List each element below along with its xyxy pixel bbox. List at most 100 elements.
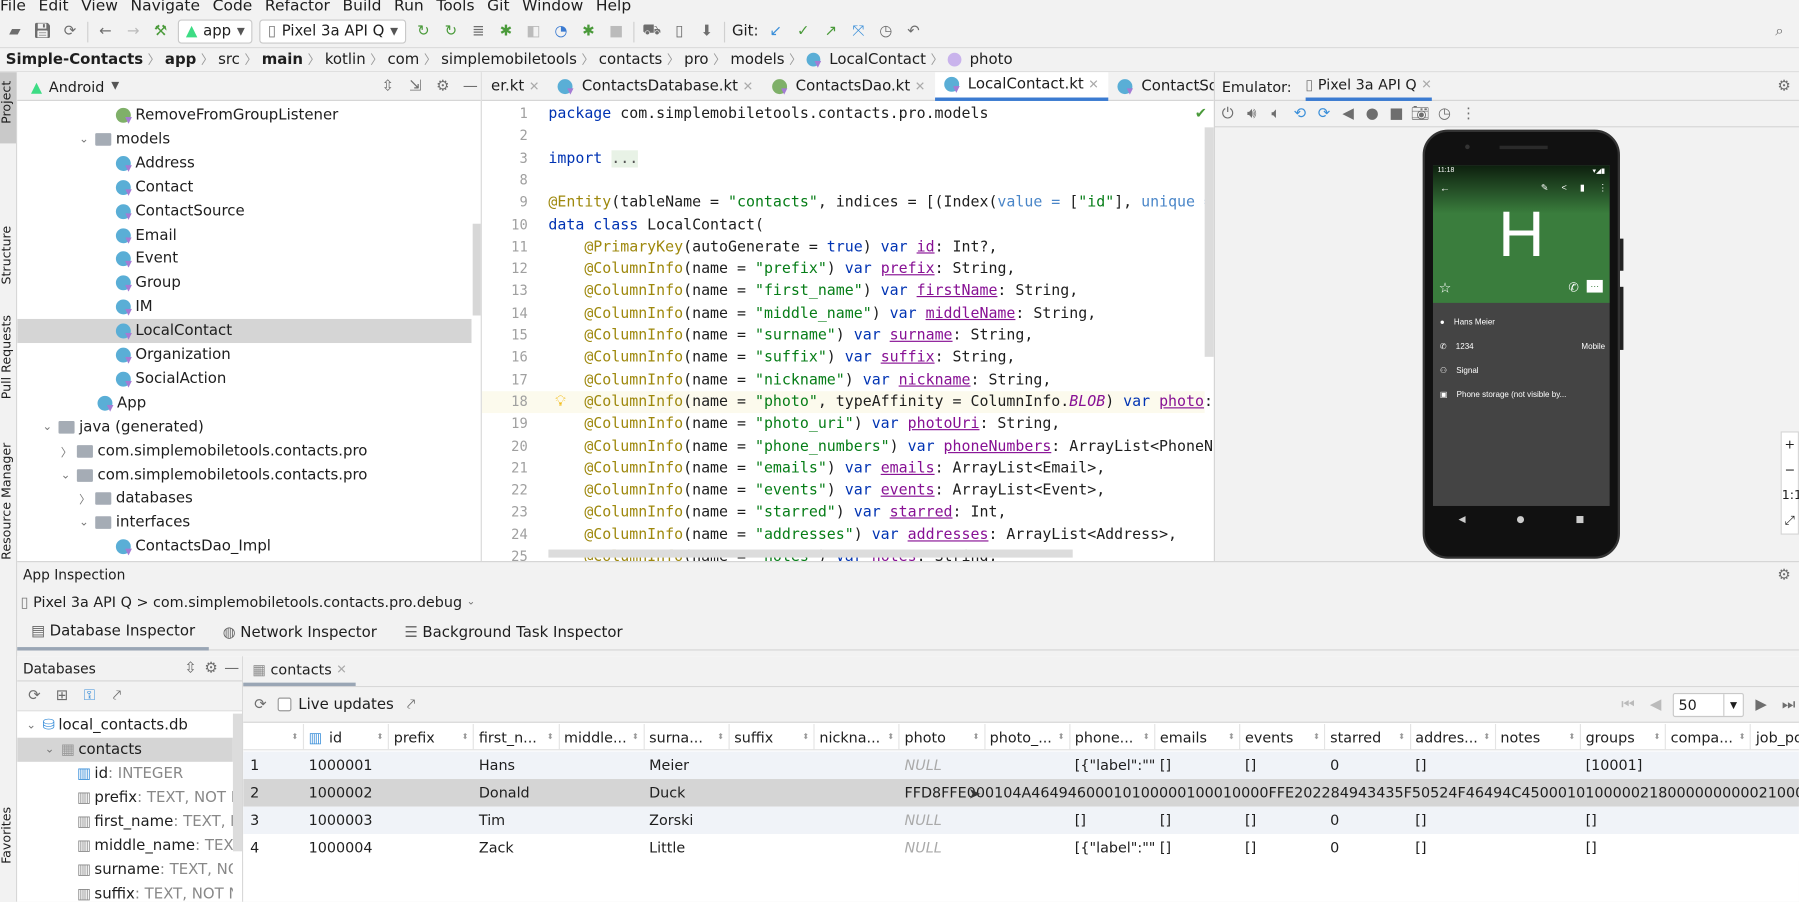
column-header[interactable]: addres... bbox=[1411, 723, 1496, 750]
table-cell[interactable] bbox=[1155, 779, 1160, 807]
table-cell[interactable] bbox=[1411, 779, 1416, 807]
chevron-down-icon[interactable]: ⌄ bbox=[79, 517, 95, 530]
menu-window[interactable]: Window bbox=[522, 0, 583, 14]
tree-item[interactable]: Event bbox=[17, 247, 471, 271]
stripe-pull-requests-button[interactable]: Pull Requests bbox=[0, 315, 14, 399]
table-cell[interactable]: 0 bbox=[1326, 834, 1339, 862]
table-cell[interactable]: [] bbox=[1411, 834, 1426, 862]
profiler-icon[interactable]: ◔ bbox=[551, 21, 572, 42]
zoom-fit-button[interactable]: ⤢ bbox=[1782, 508, 1798, 533]
table-cell[interactable] bbox=[1240, 779, 1245, 807]
chevron-down-icon[interactable]: ▼ bbox=[111, 80, 119, 91]
nav-recents-icon[interactable]: ■ bbox=[1575, 513, 1584, 523]
column-header[interactable]: starred bbox=[1326, 723, 1411, 750]
debug-icon[interactable]: ✱ bbox=[496, 21, 517, 42]
db-tree-item[interactable]: ▥prefix : TEXT, NOT NULL bbox=[17, 786, 233, 810]
column-header[interactable]: middle... bbox=[559, 723, 645, 750]
stripe-favorites-button[interactable]: Favorites bbox=[0, 807, 14, 864]
column-header[interactable]: events bbox=[1240, 723, 1326, 750]
menu-navigate[interactable]: Navigate bbox=[131, 0, 200, 14]
tree-item[interactable]: App bbox=[17, 391, 471, 415]
breadcrumb-item[interactable]: LocalContact bbox=[829, 51, 926, 68]
table-cell[interactable] bbox=[815, 751, 820, 779]
table-cell[interactable]: [] bbox=[1240, 751, 1256, 779]
code-area[interactable]: 1 package com.simplemobiletools.contacts.… bbox=[481, 101, 1214, 561]
table-cell[interactable]: Hans bbox=[474, 751, 515, 779]
table-cell[interactable] bbox=[1496, 834, 1501, 862]
table-cell[interactable] bbox=[389, 779, 394, 807]
table-cell[interactable]: [{"label":""," bbox=[1070, 834, 1156, 862]
column-header[interactable]: surna... bbox=[645, 723, 730, 750]
live-updates-checkbox[interactable] bbox=[277, 697, 292, 712]
zoom-in-button[interactable]: + bbox=[1782, 433, 1798, 458]
breadcrumb-item[interactable]: photo bbox=[970, 51, 1013, 68]
table-cell[interactable] bbox=[1666, 751, 1671, 779]
table-cell[interactable]: [] bbox=[1070, 807, 1086, 835]
git-rollback-icon[interactable]: ↶ bbox=[903, 21, 924, 42]
process-select[interactable]: ▯ Pixel 3a API Q > com.simplemobiletools… bbox=[17, 587, 1799, 616]
table-cell[interactable] bbox=[985, 807, 990, 835]
tree-item[interactable]: LocalContact bbox=[17, 319, 472, 344]
device-select[interactable]: ▯ Pixel 3a API Q ▼ bbox=[259, 19, 407, 44]
table-cell[interactable]: [] bbox=[1240, 834, 1256, 862]
table-cell[interactable]: Zack bbox=[474, 834, 514, 862]
tree-item[interactable]: Address bbox=[17, 151, 471, 175]
more-icon[interactable]: ⋮ bbox=[1458, 103, 1479, 124]
rotate-left-icon[interactable]: ⟲ bbox=[1290, 103, 1311, 124]
chevron-right-icon[interactable]: 〉 bbox=[61, 442, 77, 460]
chevron-down-icon[interactable]: ⌄ bbox=[79, 133, 95, 146]
table-cell[interactable]: NULL bbox=[900, 834, 942, 862]
refresh-icon[interactable]: ⟳ bbox=[250, 694, 271, 715]
table-cell[interactable]: [] bbox=[1581, 834, 1597, 862]
gradle-sync-icon[interactable]: ⛟ bbox=[641, 21, 662, 42]
volume-up-icon[interactable]: 🔊︎ bbox=[1241, 103, 1262, 124]
table-cell[interactable]: 0 bbox=[1326, 807, 1339, 835]
apply-code-changes-icon[interactable]: ≣ bbox=[468, 21, 489, 42]
column-header[interactable]: notes bbox=[1496, 723, 1581, 750]
git-commit-icon[interactable]: ✓ bbox=[793, 21, 814, 42]
close-icon[interactable]: ✕ bbox=[743, 79, 754, 94]
menu-view[interactable]: View bbox=[81, 0, 118, 14]
stripe-project-button[interactable]: Project bbox=[0, 81, 14, 124]
inspector-tab[interactable]: ☰ Background Task Inspector bbox=[391, 616, 637, 650]
back-icon[interactable]: ◀ bbox=[1338, 103, 1359, 124]
inspector-tab[interactable]: ◍ Network Inspector bbox=[209, 616, 391, 650]
column-header[interactable]: prefix bbox=[389, 723, 475, 750]
table-cell[interactable] bbox=[730, 834, 735, 862]
table-tab-contacts[interactable]: ▦ contacts ✕ bbox=[243, 656, 357, 686]
menu-code[interactable]: Code bbox=[213, 0, 253, 14]
table-cell[interactable] bbox=[815, 779, 820, 807]
rerun-icon[interactable]: ↻ bbox=[413, 21, 434, 42]
menu-git[interactable]: Git bbox=[487, 0, 509, 14]
breadcrumb-item[interactable]: main bbox=[262, 51, 303, 68]
table-cell[interactable] bbox=[1070, 779, 1075, 807]
table-cell[interactable] bbox=[1666, 779, 1671, 807]
sync-icon[interactable]: ⟳ bbox=[60, 21, 81, 42]
chevron-right-icon[interactable]: 〉 bbox=[79, 490, 95, 508]
table-cell[interactable]: [] bbox=[1155, 807, 1171, 835]
message-icon[interactable]: … bbox=[1586, 279, 1603, 293]
open-new-tab-icon[interactable]: ⤤ bbox=[401, 694, 422, 715]
table-cell[interactable]: [] bbox=[1155, 751, 1171, 779]
table-cell[interactable] bbox=[1326, 779, 1331, 807]
table-cell[interactable]: Zorski bbox=[645, 807, 693, 835]
tree-item[interactable]: Organization bbox=[17, 343, 471, 367]
menu-tools[interactable]: Tools bbox=[436, 0, 474, 14]
expand-all-icon[interactable]: ⇳ bbox=[377, 76, 398, 97]
close-icon[interactable]: ✕ bbox=[915, 79, 926, 94]
table-cell[interactable]: [] bbox=[1411, 751, 1426, 779]
table-cell[interactable]: Tim bbox=[474, 807, 505, 835]
column-header[interactable]: compa... bbox=[1666, 723, 1752, 750]
db-tree-item[interactable]: ▥middle_name : TEXT, NOT NULL bbox=[17, 834, 233, 858]
tree-item[interactable]: ⌄ interfaces bbox=[17, 511, 471, 535]
table-cell[interactable] bbox=[815, 807, 820, 835]
refresh-icon[interactable]: ⟳ bbox=[24, 686, 45, 707]
minimize-icon[interactable]: — bbox=[460, 76, 481, 97]
table-cell[interactable] bbox=[1666, 834, 1671, 862]
close-icon[interactable]: ✕ bbox=[1088, 77, 1099, 92]
prev-page-icon[interactable]: ◀ bbox=[1645, 694, 1666, 715]
gear-icon[interactable]: ⚙ bbox=[1774, 564, 1795, 585]
editor-tab[interactable]: er.kt ✕ bbox=[482, 72, 549, 101]
table-cell[interactable]: [] bbox=[1240, 807, 1256, 835]
table-cell[interactable]: Little bbox=[645, 834, 685, 862]
